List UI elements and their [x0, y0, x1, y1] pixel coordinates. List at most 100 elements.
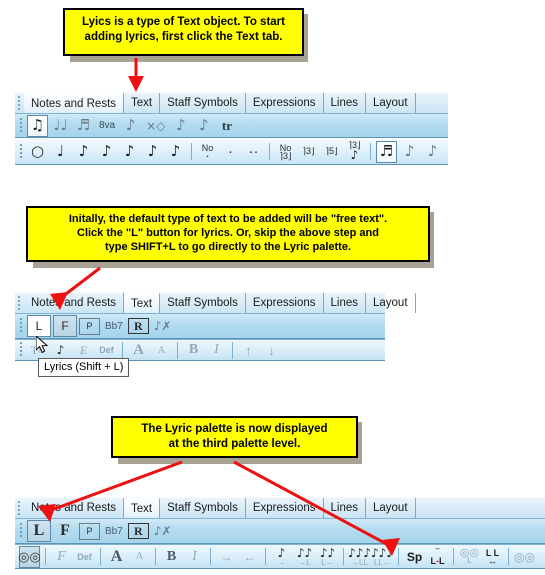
- tabstrip-grip-middle[interactable]: [15, 292, 24, 313]
- toolrow-durations: ○ ♩ ♪ ♪ ♪ ♪ ♪ No · · ·· No ⌉3⌋ ⌉3⌋ ⌉5⌋ ⌉…: [15, 138, 448, 165]
- tab-lines-top[interactable]: Lines: [324, 93, 366, 113]
- stem-auto-button[interactable]: ♬: [376, 140, 397, 163]
- tab-lines-middle[interactable]: Lines: [324, 293, 366, 313]
- lyric-to-LL-right-button[interactable]: ♪♪♪ →LL: [348, 546, 371, 568]
- tab-layout-bottom[interactable]: Layout: [366, 498, 416, 518]
- tab-notes-and-rests-top[interactable]: Notes and Rests: [24, 93, 125, 113]
- quintuplet-button[interactable]: ⌉5⌋: [321, 141, 342, 163]
- grace-note-icon[interactable]: ♪: [170, 115, 191, 137]
- align-bottom-button-middle[interactable]: ↓: [261, 339, 282, 361]
- eighth-note-button[interactable]: ♪: [96, 141, 117, 163]
- sixteenth-note-button[interactable]: ♪: [119, 141, 140, 163]
- triplet-button[interactable]: ⌉3⌋: [298, 141, 319, 163]
- beam-notes-icon[interactable]: ♫: [27, 114, 48, 137]
- lyric-note-right-button[interactable]: ♪ →: [271, 546, 292, 568]
- callout-third-level: The Lyric palette is now displayed at th…: [111, 416, 358, 458]
- free-text-F-button-middle[interactable]: F: [53, 315, 77, 337]
- tabstrip-grip-top[interactable]: [15, 92, 24, 113]
- hide-text-button-bottom[interactable]: ♪✗: [151, 520, 175, 542]
- tab-notes-and-rests-bottom[interactable]: Notes and Rests: [24, 498, 125, 518]
- free-text-F-button-bottom[interactable]: F: [53, 520, 77, 542]
- font-size-large-button-middle[interactable]: A: [128, 339, 149, 361]
- lyric-size-large-button[interactable]: A: [106, 546, 127, 568]
- tabstrip-top: Notes and Rests Text Staff Symbols Expre…: [15, 92, 448, 113]
- articulation-icon[interactable]: ♪: [120, 115, 141, 137]
- toolrow-grip-articulations[interactable]: [18, 114, 26, 138]
- hide-text-button-middle[interactable]: ♪✗: [151, 315, 175, 337]
- chord-symbol-button-bottom[interactable]: Bb7: [102, 520, 126, 542]
- lyric-font-F-button[interactable]: F: [51, 546, 72, 568]
- two-dot-button[interactable]: ··: [243, 141, 264, 163]
- tab-notes-and-rests-middle[interactable]: Notes and Rests: [24, 293, 125, 313]
- trill-icon[interactable]: tr: [216, 115, 237, 137]
- toolrow-grip-text-bottom[interactable]: [18, 519, 26, 543]
- tab-staff-symbols-bottom[interactable]: Staff Symbols: [160, 498, 246, 518]
- whole-note-button[interactable]: ○: [27, 141, 48, 163]
- lyric-italic-button[interactable]: I: [184, 546, 205, 568]
- lyric-to-L-right-button[interactable]: ♪♪ →L: [294, 546, 315, 568]
- lyric-L-L-button[interactable]: ⎴ L-L: [427, 546, 448, 568]
- rehearsal-mark-button-middle[interactable]: R: [127, 318, 149, 334]
- flag-icon[interactable]: ♪: [193, 115, 214, 137]
- thirtysecond-note-button[interactable]: ♪: [142, 141, 163, 163]
- tab-staff-symbols-middle[interactable]: Staff Symbols: [160, 293, 246, 313]
- lyric-slur-down-button[interactable]: \: [537, 546, 545, 568]
- lyric-bold-button[interactable]: B: [161, 546, 182, 568]
- octave-8va-label[interactable]: 8va: [96, 115, 118, 137]
- lyric-LL-left-button[interactable]: ♪♪♪ LL←: [371, 546, 394, 568]
- divider-lyric-3: [155, 548, 156, 565]
- tab-text-middle[interactable]: Text: [124, 293, 161, 313]
- divider-lyric-9: [508, 548, 509, 565]
- lyric-default-button[interactable]: Def: [74, 546, 95, 568]
- lyric-glasses-slash-button[interactable]: ◎◎: [514, 546, 535, 568]
- noteheads-icon[interactable]: ×◇: [143, 115, 168, 137]
- toolrow-grip-text-middle[interactable]: [18, 314, 26, 338]
- custom-tuplet-button[interactable]: ⌉3⌋ ♪: [344, 141, 365, 163]
- toolrow-grip-durations[interactable]: [18, 140, 26, 164]
- tab-staff-symbols-top[interactable]: Staff Symbols: [160, 93, 246, 113]
- tab-expressions-bottom[interactable]: Expressions: [246, 498, 324, 518]
- lyric-shift-left-button[interactable]: ←: [239, 546, 260, 568]
- tab-layout-middle[interactable]: Layout: [366, 293, 416, 313]
- tab-layout-top[interactable]: Layout: [366, 93, 416, 113]
- tab-expressions-top[interactable]: Expressions: [246, 93, 324, 113]
- lyric-view-glasses-button[interactable]: ◎◎: [18, 545, 41, 568]
- no-tuplet-button[interactable]: No ⌉3⌋: [275, 141, 296, 163]
- page-text-button-bottom[interactable]: P: [79, 522, 100, 540]
- callout-text-tab-line-2: adding lyrics, first click the Text tab.: [84, 30, 283, 43]
- one-dot-button[interactable]: ·: [220, 141, 241, 163]
- chord-symbol-button-middle[interactable]: Bb7: [102, 315, 126, 337]
- lyrics-L-button-bottom[interactable]: L: [27, 520, 51, 542]
- page-text-button-middle[interactable]: P: [79, 317, 100, 335]
- font-size-small-button-middle[interactable]: A: [151, 339, 172, 361]
- toolbar-group-bottom: Notes and Rests Text Staff Symbols Expre…: [15, 497, 545, 569]
- lyric-L-left-button[interactable]: ♪♪ L←: [317, 546, 338, 568]
- quarter-note-button[interactable]: ♪: [73, 141, 94, 163]
- callout-text-tab: Lyics is a type of Text object. To start…: [63, 8, 304, 56]
- lyric-shift-right-button[interactable]: →: [216, 546, 237, 568]
- tuplet-notes-icon[interactable]: ♬: [73, 115, 94, 137]
- callout-free-text: Initally, the default type of text to be…: [26, 206, 430, 262]
- align-top-button-middle[interactable]: ↑: [238, 339, 259, 361]
- sixtyfourth-note-button[interactable]: ♪: [165, 141, 186, 163]
- lyric-glasses-L-button[interactable]: ◎◎ L: [459, 546, 480, 568]
- tab-lines-bottom[interactable]: Lines: [324, 498, 366, 518]
- half-note-button[interactable]: ♩: [50, 141, 71, 163]
- tabstrip-grip-bottom[interactable]: [15, 497, 24, 518]
- no-dot-button[interactable]: No ·: [197, 141, 218, 163]
- lyrics-L-button-middle[interactable]: L: [27, 315, 51, 337]
- italic-button-middle[interactable]: I: [206, 339, 227, 361]
- toolrow-grip-format-middle[interactable]: [18, 338, 26, 362]
- tab-text-top[interactable]: Text: [124, 93, 161, 113]
- tab-text-bottom[interactable]: Text: [124, 498, 161, 518]
- rehearsal-mark-button-bottom[interactable]: R: [127, 523, 149, 539]
- lyric-size-small-button[interactable]: A: [129, 546, 150, 568]
- lyric-spacing-sp-button[interactable]: Sp: [404, 546, 425, 568]
- bold-button-middle[interactable]: B: [183, 339, 204, 361]
- toolbar-group-middle: Notes and Rests Text Staff Symbols Expre…: [15, 292, 416, 362]
- tab-expressions-middle[interactable]: Expressions: [246, 293, 324, 313]
- stem-up-button[interactable]: ♪: [399, 141, 420, 163]
- lyric-LL-width-button[interactable]: L L ↔: [482, 546, 503, 568]
- stem-down-button[interactable]: ♪: [422, 141, 443, 163]
- slur-icon[interactable]: ♩♩: [50, 115, 71, 137]
